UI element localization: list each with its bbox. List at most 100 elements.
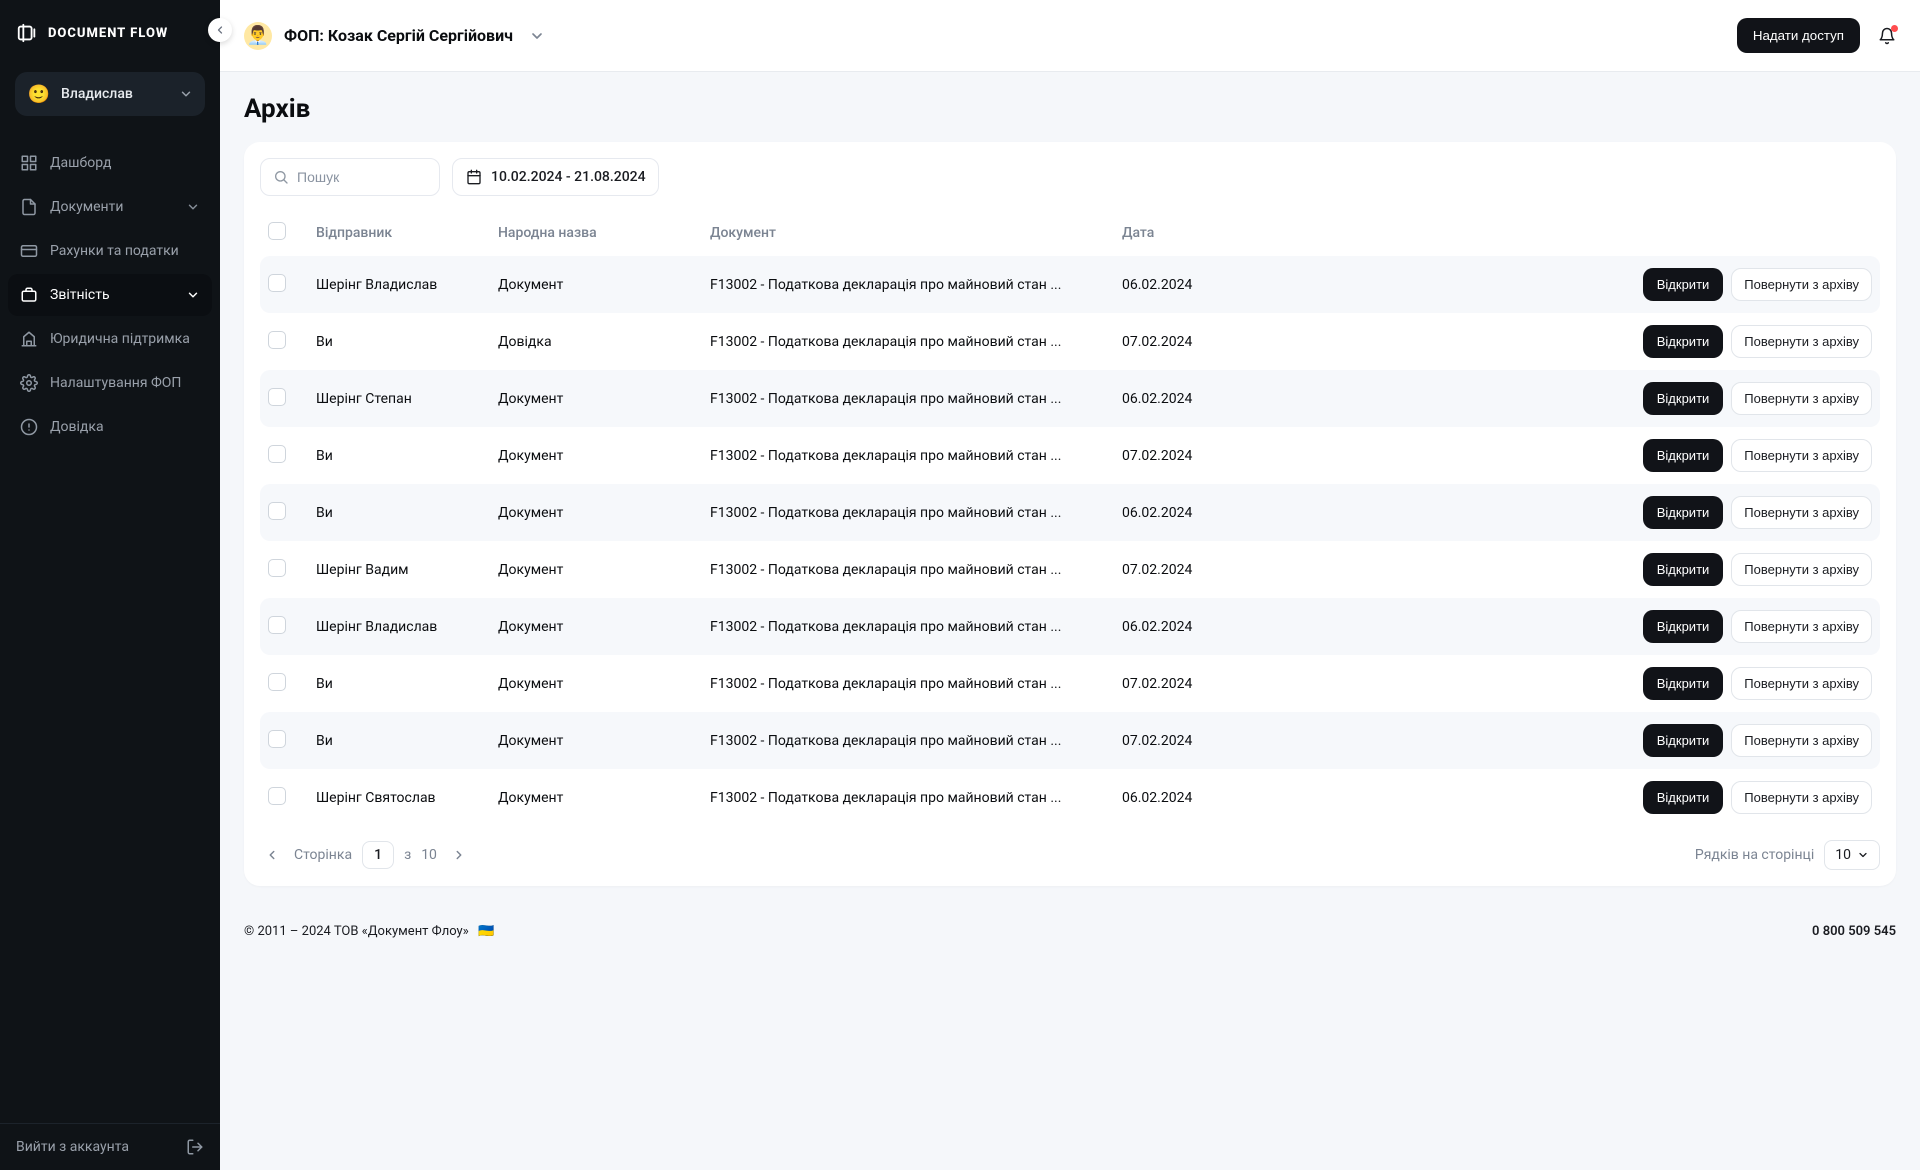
flag-icon: 🇺🇦 [478, 924, 494, 939]
open-button[interactable]: Відкрити [1643, 325, 1724, 358]
row-checkbox[interactable] [268, 787, 286, 805]
sidebar-item-dashboard[interactable]: Дашборд [8, 142, 212, 184]
restore-button[interactable]: Повернути з архіву [1731, 439, 1872, 472]
open-button[interactable]: Відкрити [1643, 667, 1724, 700]
sidebar-item-label: Налаштування ФОП [50, 375, 181, 391]
cell-document: F13002 - Податкова декларація про майнов… [710, 790, 1110, 806]
chevron-left-icon [265, 848, 279, 862]
pagination-next[interactable] [447, 843, 471, 867]
cell-date: 07.02.2024 [1122, 562, 1282, 578]
select-all-checkbox[interactable] [268, 222, 286, 240]
date-range-picker[interactable]: 10.02.2024 - 21.08.2024 [452, 158, 659, 196]
cell-date: 06.02.2024 [1122, 391, 1282, 407]
sidebar-item-documents[interactable]: Документи [8, 186, 212, 228]
row-checkbox[interactable] [268, 445, 286, 463]
open-button[interactable]: Відкрити [1643, 382, 1724, 415]
org-chevron-down-icon[interactable] [529, 28, 545, 44]
restore-button[interactable]: Повернути з архіву [1731, 724, 1872, 757]
cell-date: 07.02.2024 [1122, 334, 1282, 350]
restore-button[interactable]: Повернути з архіву [1731, 268, 1872, 301]
topbar-actions: Надати доступ [1737, 18, 1896, 53]
rows-per-page-value: 10 [1835, 847, 1851, 863]
row-actions: ВідкритиПовернути з архіву [1294, 382, 1872, 415]
reports-icon [20, 286, 38, 304]
restore-button[interactable]: Повернути з архіву [1731, 553, 1872, 586]
restore-button[interactable]: Повернути з архіву [1731, 667, 1872, 700]
cell-sender: Шерінг Владислав [316, 277, 486, 293]
cell-name: Документ [498, 733, 698, 749]
restore-button[interactable]: Повернути з архіву [1731, 496, 1872, 529]
sidebar-item-label: Дашборд [50, 155, 111, 171]
notifications-button[interactable] [1878, 27, 1896, 45]
pagination-prev[interactable] [260, 843, 284, 867]
row-checkbox[interactable] [268, 388, 286, 406]
brand-title: DOCUMENT FLOW [48, 26, 168, 41]
table-row: ВиДовідкаF13002 - Податкова декларація п… [260, 313, 1880, 370]
cell-date: 06.02.2024 [1122, 619, 1282, 635]
cell-date: 07.02.2024 [1122, 676, 1282, 692]
row-actions: ВідкритиПовернути з архіву [1294, 724, 1872, 757]
row-checkbox[interactable] [268, 331, 286, 349]
sidebar-item-reports[interactable]: Звітність [8, 274, 212, 316]
open-button[interactable]: Відкрити [1643, 553, 1724, 586]
user-switcher[interactable]: 🙂 Владислав [15, 72, 205, 116]
restore-button[interactable]: Повернути з архіву [1731, 325, 1872, 358]
open-button[interactable]: Відкрити [1643, 724, 1724, 757]
cell-sender: Ви [316, 676, 486, 692]
open-button[interactable]: Відкрити [1643, 268, 1724, 301]
sidebar: DOCUMENT FLOW 🙂 Владислав Дашборд Докумен… [0, 0, 220, 1170]
chevron-down-icon [186, 200, 200, 214]
sidebar-item-label: Юридична підтримка [50, 331, 190, 347]
cell-sender: Шерінг Владислав [316, 619, 486, 635]
legal-icon [20, 330, 38, 348]
sidebar-item-legal[interactable]: Юридична підтримка [8, 318, 212, 360]
row-checkbox[interactable] [268, 616, 286, 634]
rows-per-page-label: Рядків на сторінці [1695, 847, 1814, 863]
cell-sender: Ви [316, 448, 486, 464]
col-sender: Відправник [316, 225, 486, 241]
open-button[interactable]: Відкрити [1643, 439, 1724, 472]
open-button[interactable]: Відкрити [1643, 781, 1724, 814]
sidebar-item-settings[interactable]: Налаштування ФОП [8, 362, 212, 404]
restore-button[interactable]: Повернути з архіву [1731, 382, 1872, 415]
row-actions: ВідкритиПовернути з архіву [1294, 496, 1872, 529]
cell-date: 07.02.2024 [1122, 733, 1282, 749]
row-checkbox[interactable] [268, 559, 286, 577]
archive-table: Відправник Народна назва Документ Дата Ш… [260, 210, 1880, 826]
sidebar-item-label: Рахунки та податки [50, 243, 179, 259]
open-button[interactable]: Відкрити [1643, 496, 1724, 529]
table-row: Ви Документ F13002 - Податкова декларація … [260, 427, 1880, 484]
logout-button[interactable]: Вийти з аккаунта [0, 1123, 220, 1170]
restore-button[interactable]: Повернути з архіву [1731, 781, 1872, 814]
cell-date: 06.02.2024 [1122, 277, 1282, 293]
table-row: Шерінг ВадимДокументF13002 - Податкова д… [260, 541, 1880, 598]
sidebar-item-help[interactable]: Довідка [8, 406, 212, 448]
restore-button[interactable]: Повернути з архіву [1731, 610, 1872, 643]
table-row: Шерінг ВладиславДокументF13002 - Податко… [260, 256, 1880, 313]
row-checkbox[interactable] [268, 502, 286, 520]
row-checkbox[interactable] [268, 673, 286, 691]
cell-name: Документ [498, 448, 698, 464]
cell-sender: Шерінг Степан [316, 391, 486, 407]
row-actions: ВідкритиПовернути з архіву [1294, 610, 1872, 643]
row-actions: ВідкритиПовернути з архіву [1294, 268, 1872, 301]
sidebar-item-invoices[interactable]: Рахунки та податки [8, 230, 212, 272]
table-row: ВиДокументF13002 - Податкова декларація … [260, 484, 1880, 541]
open-button[interactable]: Відкрити [1643, 610, 1724, 643]
documents-icon [20, 198, 38, 216]
cell-document: F13002 - Податкова декларація про майнов… [710, 448, 1110, 464]
footer-copyright: © 2011 – 2024 ТОВ «Документ Флоу» [244, 924, 469, 939]
col-document: Документ [710, 225, 1110, 241]
help-icon [20, 418, 38, 436]
search-icon [273, 168, 289, 186]
grant-access-button[interactable]: Надати доступ [1737, 18, 1860, 53]
pagination-current[interactable]: 1 [362, 841, 394, 869]
row-checkbox[interactable] [268, 274, 286, 292]
sidebar-collapse-button[interactable] [208, 18, 232, 42]
search-input[interactable] [297, 169, 427, 185]
cell-name: Документ [498, 676, 698, 692]
rows-per-page-select[interactable]: 10 [1824, 840, 1880, 870]
search-input-group [260, 158, 440, 196]
row-checkbox[interactable] [268, 730, 286, 748]
calendar-icon [465, 168, 483, 186]
